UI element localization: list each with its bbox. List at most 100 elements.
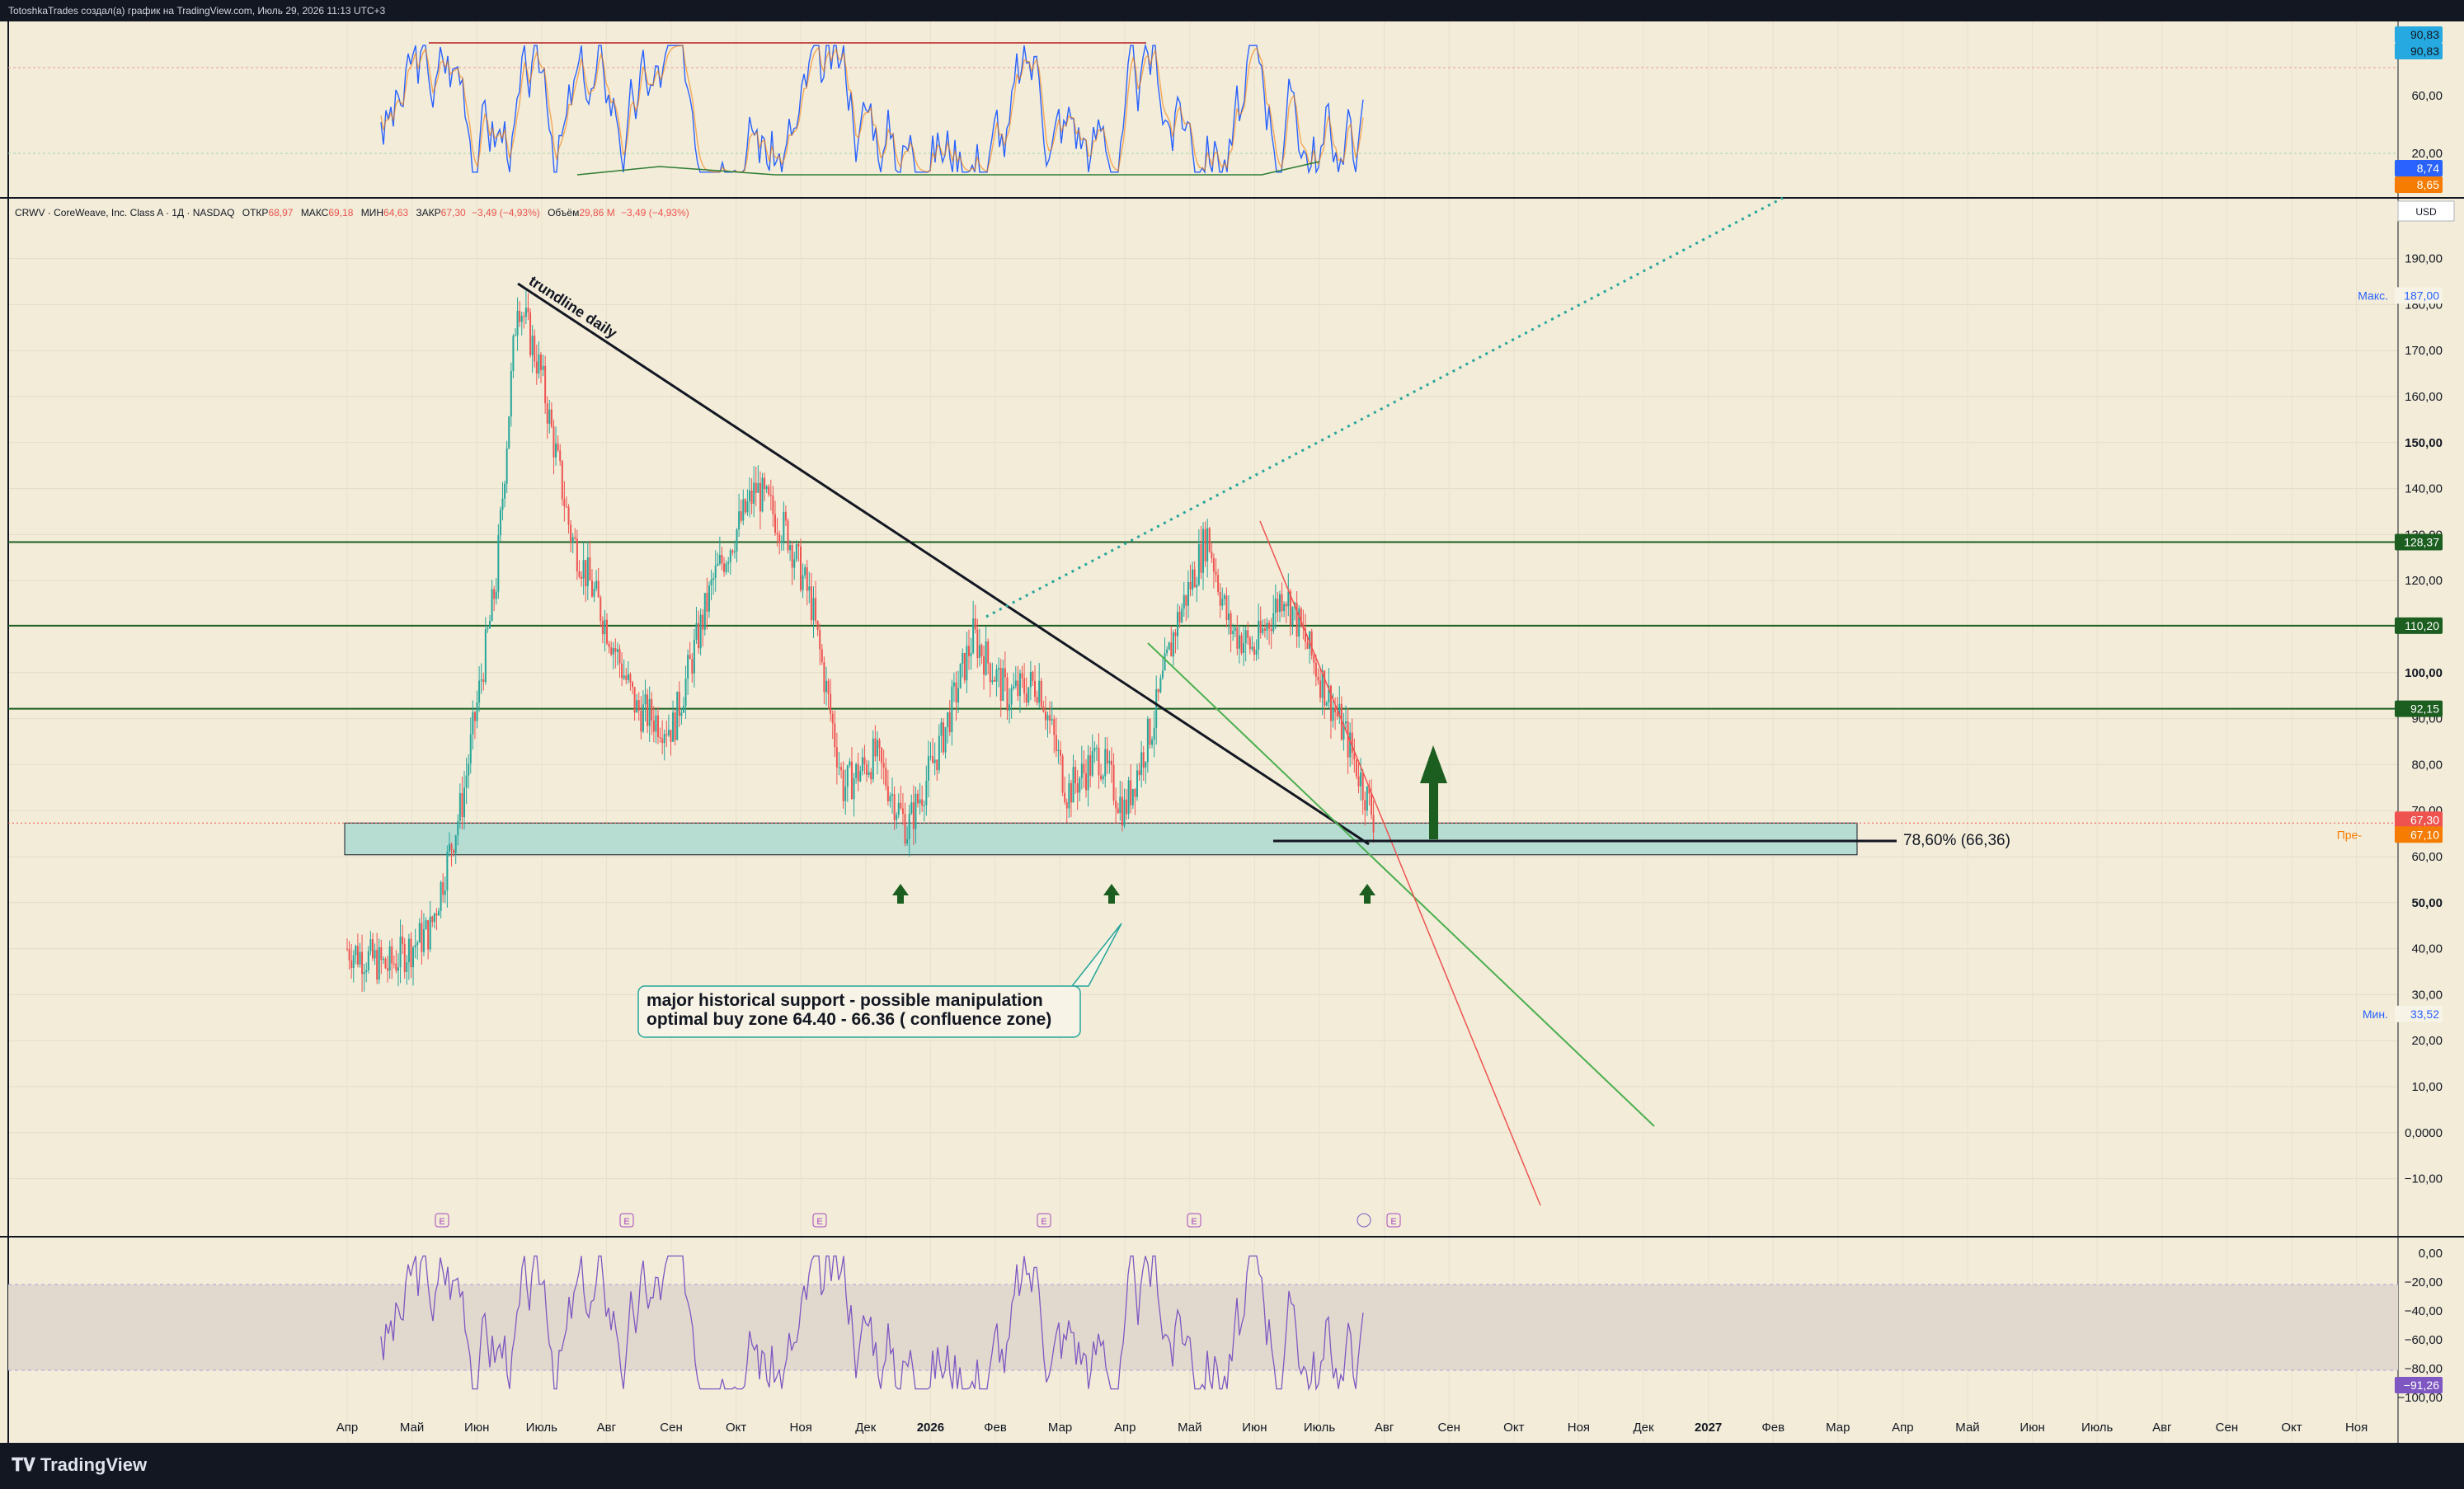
candle-body <box>1146 718 1149 763</box>
candle-body <box>791 545 793 568</box>
candle-body <box>816 620 819 630</box>
candle-body <box>412 947 415 968</box>
candle-body <box>367 951 369 970</box>
candle-body <box>1025 693 1027 703</box>
candle-body <box>944 726 947 753</box>
candle-body <box>1034 680 1037 698</box>
candle-body <box>608 643 610 648</box>
candle-body <box>840 767 843 771</box>
candle-body <box>684 679 687 707</box>
time-tick: Сен <box>2216 1421 2238 1435</box>
candle-body <box>850 761 853 800</box>
candle-body <box>1225 595 1228 620</box>
candle-body <box>629 674 632 683</box>
chart-canvas[interactable]: trundline daily 78,60% (66,36) major his… <box>0 21 2464 1443</box>
candle-body <box>450 843 453 851</box>
candle-body <box>1123 799 1126 826</box>
candle-body <box>757 482 759 493</box>
candle-body <box>1263 628 1266 632</box>
candle-body <box>612 647 614 655</box>
candle-body <box>642 704 644 732</box>
candle-body <box>1355 759 1357 777</box>
candle-body <box>444 890 446 895</box>
candle-body <box>674 712 676 740</box>
max-label: Макс. <box>2358 289 2388 302</box>
candle-body <box>1006 677 1009 711</box>
candle-body <box>1200 544 1202 573</box>
candle-body <box>618 649 621 664</box>
candle-body <box>776 533 778 535</box>
time-tick: Май <box>400 1421 424 1435</box>
candle-body <box>1159 678 1162 693</box>
candle-body <box>1221 599 1224 606</box>
candle-body <box>750 490 753 505</box>
candle-body <box>955 682 957 703</box>
candle-body <box>1053 719 1056 735</box>
candle-body <box>1155 688 1158 728</box>
candle-body <box>1291 607 1294 626</box>
price-tick: 40,00 <box>2411 942 2443 956</box>
candle-body <box>1253 646 1255 655</box>
candle-body <box>1211 552 1213 559</box>
min-tag-text: 33,52 <box>2410 1008 2439 1021</box>
candle-body <box>970 652 972 656</box>
dividend-marker-icon[interactable] <box>1357 1213 1371 1228</box>
legend-close: 67,30 <box>441 207 466 218</box>
price-tick: 140,00 <box>2405 482 2443 496</box>
candle-body <box>1145 762 1147 768</box>
tradingview-logo-icon: 𝐓𝐕 <box>12 1454 40 1475</box>
candle-body <box>418 923 421 943</box>
candle-body <box>1093 747 1096 752</box>
candle-body <box>352 955 355 969</box>
tradingview-logo[interactable]: 𝐓𝐕 TradingView <box>12 1454 147 1476</box>
candle-body <box>906 838 909 844</box>
candle-body <box>1351 732 1353 754</box>
legend-volume-change: −3,49 (−4,93%) <box>621 207 689 218</box>
candle-body <box>868 772 870 775</box>
candle-body <box>1319 680 1322 698</box>
candle-body <box>524 308 527 317</box>
candle-body <box>1080 763 1083 778</box>
candle-body <box>1255 650 1258 655</box>
candle-body <box>458 793 461 821</box>
candle-body <box>546 403 548 424</box>
footer-bar: 𝐓𝐕 TradingView <box>0 1443 2464 1489</box>
candle-body <box>972 618 975 653</box>
price-tick: 20,00 <box>2411 1034 2443 1048</box>
support-zone[interactable] <box>344 822 1858 856</box>
candle-body <box>784 511 787 521</box>
candle-body <box>695 622 698 640</box>
candle-body <box>703 593 706 630</box>
candle-body <box>440 881 442 911</box>
candle-body <box>523 316 525 317</box>
candle-body <box>559 450 562 462</box>
candle-body <box>571 537 574 543</box>
last-price-tag-text: 67,30 <box>2410 813 2439 826</box>
candle-body <box>438 910 440 916</box>
candle-body <box>482 679 485 683</box>
candle-body <box>576 538 578 572</box>
candle-body <box>723 563 726 572</box>
candle-body <box>1287 591 1290 607</box>
candle-body <box>516 310 519 336</box>
stoch-tick: 20,00 <box>2411 147 2443 161</box>
candle-body <box>1117 808 1119 813</box>
candle-body <box>435 914 438 916</box>
candle-body <box>1361 772 1364 801</box>
candle-body <box>1083 763 1085 774</box>
candle-body <box>857 763 859 782</box>
wpr-band <box>8 1285 2398 1370</box>
chart-legend: CRWV · CoreWeave, Inc. Class A · 1Д · NA… <box>15 207 689 218</box>
candle-body <box>590 580 593 597</box>
candle-body <box>761 477 764 512</box>
candle-body <box>355 946 357 956</box>
candle-body <box>1060 749 1062 756</box>
candle-body <box>1208 528 1211 552</box>
candle-body <box>925 780 928 806</box>
max-tag-text: 187,00 <box>2404 289 2439 302</box>
candle-body <box>917 793 919 804</box>
candle-body <box>461 793 463 818</box>
candle-body <box>1095 747 1098 749</box>
candle-body <box>830 693 832 714</box>
candle-body <box>1228 613 1230 620</box>
